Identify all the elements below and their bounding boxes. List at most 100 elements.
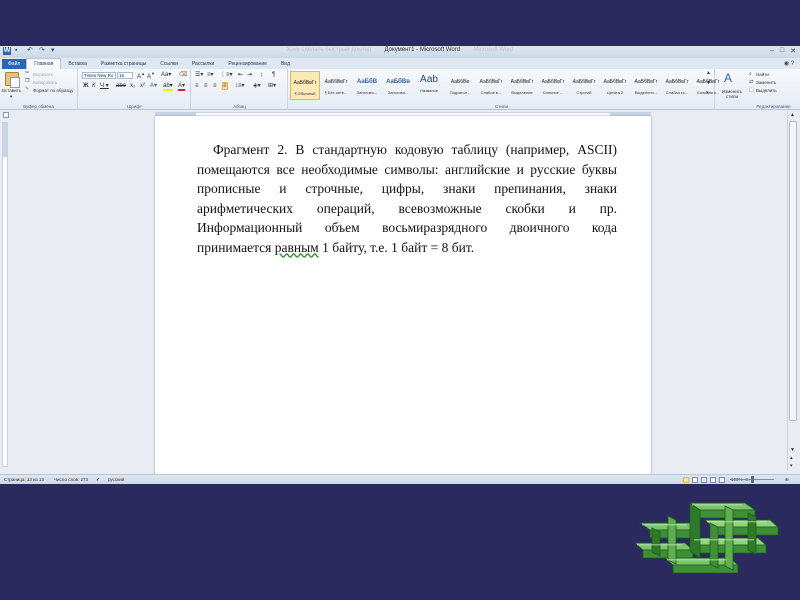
paste-icon[interactable] — [5, 72, 20, 88]
help-icon[interactable]: ◉ ? — [784, 60, 794, 67]
tab-mailings[interactable]: Рассылки — [185, 59, 221, 69]
style-sample: АаБбВ — [356, 79, 378, 85]
style-0[interactable]: АаБбВвГг ¶ Обычный — [290, 71, 320, 100]
document-paragraph[interactable]: Фрагмент 2. В стандартную кодовую таблиц… — [197, 140, 617, 257]
view-draft-icon[interactable] — [719, 477, 725, 483]
justify-icon[interactable]: ≡ — [222, 82, 228, 90]
highlight-icon[interactable]: ab▾ — [163, 83, 173, 91]
style-9[interactable]: АаБбВвГг Строгий — [569, 71, 599, 100]
bullets-icon[interactable]: ☰▾ — [195, 72, 203, 78]
change-styles-icon[interactable]: A — [724, 72, 732, 84]
zoom-out-icon[interactable]: ⊖ — [745, 477, 749, 483]
tab-view[interactable]: Вид — [274, 59, 297, 69]
styles-scroll-up-icon[interactable]: ▲ — [706, 71, 711, 76]
tab-references[interactable]: Ссылки — [153, 59, 185, 69]
font-color-icon[interactable]: A▾ — [178, 83, 186, 91]
align-left-icon[interactable]: ≡ — [195, 83, 199, 89]
tab-review[interactable]: Рецензирование — [221, 59, 274, 69]
scissors-icon[interactable]: ✂ — [25, 71, 29, 76]
italic-icon[interactable]: К — [92, 83, 96, 89]
group-clipboard: Вставить ▾ ✂ Вырезать ❐ Копировать ✎ Фор… — [0, 69, 78, 110]
decrease-indent-icon[interactable]: ⇤ — [238, 72, 243, 78]
tab-page-layout[interactable]: Разметка страницы — [94, 59, 153, 69]
view-outline-icon[interactable] — [710, 477, 716, 483]
scrollbar-thumb[interactable] — [789, 121, 797, 421]
style-8[interactable]: АаБбВвГг Сильное ... — [538, 71, 568, 100]
superscript-icon[interactable]: x² — [140, 83, 145, 89]
align-center-icon[interactable]: ≡ — [204, 83, 208, 89]
bold-icon[interactable]: Ж — [83, 83, 88, 89]
font-size-select[interactable]: 16 — [117, 72, 133, 79]
format-painter-icon[interactable]: ✎ — [25, 87, 29, 92]
tab-selector[interactable] — [3, 112, 9, 118]
change-case-icon[interactable]: Aa▾ — [161, 72, 171, 78]
style-3[interactable]: АаБбВв Заголово... — [383, 71, 413, 100]
select-button[interactable]: Выделить — [756, 88, 777, 93]
style-7[interactable]: АаБбВвГг Выделение — [507, 71, 537, 100]
copy-button[interactable]: Копировать — [33, 80, 57, 85]
change-styles-button[interactable]: Изменить стили — [718, 89, 746, 99]
sort-icon[interactable]: ↕ — [260, 72, 263, 78]
cut-button[interactable]: Вырезать — [33, 72, 53, 77]
grow-font-icon[interactable]: A▲ — [137, 72, 145, 81]
prev-page-icon[interactable]: ▴ — [790, 455, 793, 461]
borders-icon[interactable]: ⊞▾ — [268, 83, 276, 89]
select-icon[interactable]: ⬚ — [749, 88, 754, 93]
style-1[interactable]: АаБбВвГг ¶ Без инте... — [321, 71, 351, 100]
view-full-screen-icon[interactable] — [692, 477, 698, 483]
close-icon[interactable]: ✕ — [790, 47, 796, 55]
style-2[interactable]: АаБбВ Заголово... — [352, 71, 382, 100]
grammar-flagged-word[interactable]: равным — [275, 240, 319, 255]
style-6[interactable]: АаБбВвГг Слабое в... — [476, 71, 506, 100]
document-page[interactable]: Фрагмент 2. В стандартную кодовую таблиц… — [155, 116, 651, 476]
multilevel-list-icon[interactable]: ⋮≡▾ — [220, 72, 233, 78]
align-right-icon[interactable]: ≡ — [213, 83, 217, 89]
find-button[interactable]: Найти — [756, 72, 769, 77]
zoom-slider-thumb[interactable] — [751, 476, 754, 483]
copy-icon[interactable]: ❐ — [25, 79, 29, 84]
shading-icon[interactable]: ◈▾ — [253, 83, 261, 89]
style-name: Выделение — [511, 90, 533, 95]
tab-home[interactable]: Главная — [26, 58, 62, 69]
tab-insert[interactable]: Вставка — [61, 59, 94, 69]
maximize-icon[interactable]: □ — [780, 47, 784, 55]
status-word-count[interactable]: Число слов: 273 — [54, 477, 88, 482]
replace-icon[interactable]: ⇄ — [749, 80, 753, 85]
style-11[interactable]: АаБбВвГг Выделенн... — [631, 71, 661, 100]
increase-indent-icon[interactable]: ⇥ — [247, 72, 252, 78]
subscript-icon[interactable]: x₂ — [130, 83, 135, 89]
numbering-icon[interactable]: ≡▾ — [207, 72, 214, 78]
scroll-down-icon[interactable]: ▼ — [790, 447, 795, 453]
show-marks-icon[interactable]: ¶ — [272, 72, 275, 78]
underline-icon[interactable]: Ч ▾ — [100, 83, 109, 89]
proofing-icon[interactable]: ✔ — [96, 477, 100, 483]
clear-formatting-icon[interactable]: ⌫ — [179, 72, 187, 78]
find-icon[interactable]: ⌕ — [749, 72, 752, 77]
style-5[interactable]: АаБбВв Подзагол... — [445, 71, 475, 100]
view-web-layout-icon[interactable] — [701, 477, 707, 483]
vertical-scrollbar[interactable]: ▲ ▼ ▴ ▾ — [787, 111, 798, 471]
text-effects-icon[interactable]: A▾ — [150, 83, 157, 89]
paste-button[interactable]: Вставить — [2, 88, 21, 93]
format-painter-button[interactable]: Формат по образцу — [33, 88, 73, 93]
line-spacing-icon[interactable]: ↕≡▾ — [235, 83, 245, 89]
minimize-icon[interactable]: – — [770, 47, 774, 55]
status-page[interactable]: Страница: 13 из 13 — [4, 477, 44, 482]
zoom-in-icon[interactable]: ⊕ — [785, 477, 789, 483]
styles-more-icon[interactable]: ▾ — [706, 91, 709, 96]
strikethrough-icon[interactable]: abe — [116, 83, 126, 89]
scroll-up-icon[interactable]: ▲ — [790, 112, 795, 118]
style-4[interactable]: Ааb Название — [414, 71, 444, 100]
next-page-icon[interactable]: ▾ — [790, 463, 793, 469]
replace-button[interactable]: Заменить — [756, 80, 776, 85]
shrink-font-icon[interactable]: A▼ — [147, 72, 155, 81]
styles-scroll-down-icon[interactable]: ▼ — [706, 81, 711, 86]
paste-dropdown-icon[interactable]: ▾ — [10, 94, 12, 100]
view-print-layout-icon[interactable] — [683, 477, 689, 483]
vertical-ruler[interactable] — [2, 122, 8, 467]
tab-file[interactable]: Файл — [2, 59, 27, 69]
font-name-select[interactable]: Times New Ro — [82, 72, 116, 79]
status-language[interactable]: русский — [108, 477, 124, 482]
style-12[interactable]: АаБбВвГг Слабая сс... — [662, 71, 692, 100]
style-10[interactable]: АаБбВвГг Цитата 2 — [600, 71, 630, 100]
